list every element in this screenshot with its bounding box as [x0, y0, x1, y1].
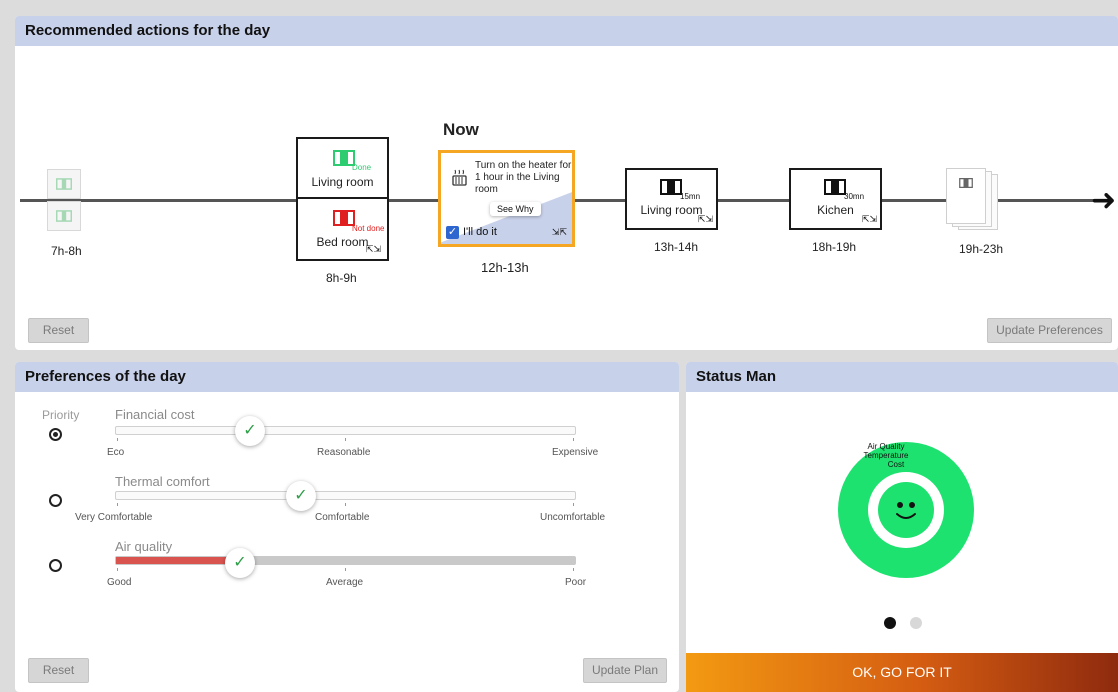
- priority-radio-thermal[interactable]: [49, 494, 62, 507]
- preferences-panel: Preferences of the day Priority Financia…: [15, 362, 679, 692]
- room-card-bedroom-not-done[interactable]: Not done Bed room ⇱⇲: [296, 197, 389, 261]
- air-quality-slider-handle[interactable]: ✓: [225, 548, 255, 578]
- status-panel: Status Man Air Quality Temperature Cost: [686, 362, 1118, 692]
- slider-tick-label: Average: [326, 577, 364, 588]
- expand-icon[interactable]: ⇱⇲: [698, 214, 713, 225]
- slider-tick-label: Uncomfortable: [540, 512, 606, 523]
- room-card-living-done[interactable]: Done Living room: [296, 137, 389, 199]
- slider-tick-label: Good: [107, 577, 132, 588]
- action-text: Turn on the heater for 1 hour in the Liv…: [475, 160, 572, 195]
- thermal-comfort-slider-track[interactable]: [115, 491, 576, 500]
- not-done-badge: Not done: [352, 224, 385, 233]
- update-plan-button[interactable]: Update Plan: [583, 658, 667, 683]
- see-why-button[interactable]: See Why: [490, 202, 541, 216]
- window-icon: [56, 210, 72, 222]
- room-card-kitchen-30mn[interactable]: 30mn Kichen ⇱⇲: [789, 168, 882, 230]
- page-dot-active[interactable]: [884, 617, 896, 629]
- now-label: Now: [443, 120, 479, 139]
- ok-go-for-it-button[interactable]: OK, GO FOR IT: [686, 653, 1118, 692]
- window-icon: [56, 178, 72, 190]
- financial-cost-slider-track[interactable]: [115, 426, 576, 435]
- window-icon: [959, 178, 973, 188]
- time-label: 12h-13h: [481, 260, 529, 275]
- financial-cost-slider-handle[interactable]: ✓: [235, 416, 265, 446]
- time-label: 18h-19h: [812, 240, 857, 254]
- window-icon: [660, 179, 682, 195]
- checkbox-label: I'll do it: [463, 226, 497, 238]
- duration-badge: 15mn: [680, 192, 701, 201]
- time-label: 7h-8h: [51, 244, 82, 258]
- update-preferences-button[interactable]: Update Preferences: [987, 318, 1112, 343]
- ill-do-it-checkbox[interactable]: ✓: [446, 226, 459, 239]
- slider-title: Financial cost: [115, 407, 195, 422]
- done-badge: Done: [352, 163, 372, 172]
- time-label: 19h-23h: [959, 242, 1004, 256]
- preferences-title: Preferences of the day: [15, 362, 679, 392]
- thermal-comfort-slider-handle[interactable]: ✓: [286, 481, 316, 511]
- time-label: 13h-14h: [654, 240, 699, 254]
- status-title: Status Man: [686, 362, 1118, 392]
- air-quality-fill: [116, 557, 240, 564]
- time-label: 8h-9h: [326, 271, 357, 285]
- ring-label-temperature: Temperature: [863, 451, 909, 460]
- priority-label: Priority: [42, 408, 80, 422]
- slider-tick-label: Poor: [565, 577, 587, 588]
- recommended-actions-panel: Recommended actions for the day ➜ 7h-8h …: [15, 16, 1118, 350]
- window-icon: [824, 179, 846, 195]
- expand-icon[interactable]: ⇱⇲: [862, 214, 877, 225]
- slider-tick-label: Expensive: [552, 447, 599, 458]
- priority-radio-air[interactable]: [49, 559, 62, 572]
- ring-label-cost: Cost: [887, 460, 905, 469]
- timeline-slot-7h-8h[interactable]: [43, 169, 83, 233]
- collapse-icon[interactable]: ⇲⇱: [552, 227, 567, 238]
- duration-badge: 30mn: [844, 192, 865, 201]
- air-quality-slider-track[interactable]: [115, 556, 576, 565]
- reset-preferences-button[interactable]: Reset: [28, 658, 89, 683]
- timeline-slot-19h-23h[interactable]: [946, 168, 1002, 232]
- slider-tick-label: Reasonable: [317, 447, 371, 458]
- page-dot[interactable]: [910, 617, 922, 629]
- reset-timeline-button[interactable]: Reset: [28, 318, 89, 343]
- slider-tick-label: Comfortable: [315, 512, 370, 523]
- smiley-icon: [896, 502, 916, 519]
- room-card-living-15mn[interactable]: 15mn Living room ⇱⇲: [625, 168, 718, 230]
- expand-icon[interactable]: ⇱⇲: [366, 244, 381, 255]
- slider-tick-label: Eco: [107, 447, 125, 458]
- priority-radio-financial[interactable]: [49, 428, 62, 441]
- slider-tick-label: Very Comfortable: [75, 512, 153, 523]
- ring-labels: Air Quality Temperature Cost: [836, 442, 936, 469]
- ring-label-air-quality: Air Quality: [867, 442, 905, 451]
- room-name: Living room: [311, 175, 374, 189]
- slider-title: Thermal comfort: [115, 474, 210, 489]
- recommended-actions-title: Recommended actions for the day: [15, 16, 1118, 46]
- heater-icon: [452, 169, 467, 186]
- now-action-card[interactable]: Turn on the heater for 1 hour in the Liv…: [438, 150, 575, 247]
- timeline-arrow-icon: ➜: [1091, 184, 1117, 217]
- slider-title: Air quality: [115, 539, 173, 554]
